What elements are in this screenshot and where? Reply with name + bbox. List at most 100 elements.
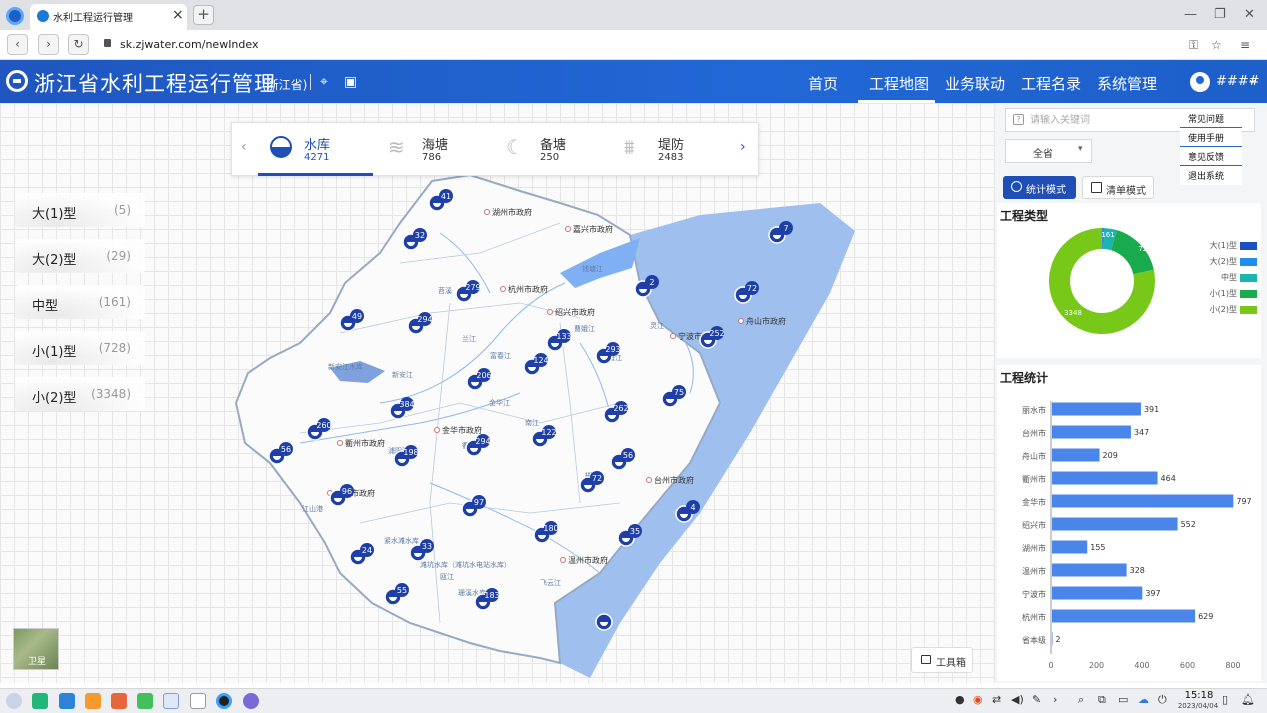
cloud-icon[interactable]: ☁: [1138, 693, 1149, 706]
app-title: 浙江省水利工程运行管理: [34, 72, 276, 96]
taskbar-browser-icon[interactable]: [216, 693, 232, 709]
screen-icon[interactable]: ▣: [344, 74, 357, 90]
power-icon[interactable]: ⏻: [1158, 693, 1167, 707]
legend-item[interactable]: 大(2)型: [1195, 255, 1259, 271]
restore-icon[interactable]: ❐: [1214, 7, 1226, 22]
bar[interactable]: [1052, 471, 1158, 485]
volume-icon[interactable]: ◀): [1011, 693, 1024, 706]
tray-security-icon[interactable]: ◉: [973, 693, 983, 706]
bookmark-star-icon[interactable]: ☆: [1211, 38, 1222, 52]
clock-date: 2023/04/04: [1177, 702, 1219, 710]
level-item[interactable]: 大(2)型 (29): [15, 239, 145, 273]
bar[interactable]: [1052, 517, 1178, 531]
tab-backup-seawall[interactable]: ☾ 备塘 250: [494, 123, 609, 176]
bar-category-label: 金华市: [1022, 497, 1046, 507]
window-close-icon[interactable]: ✕: [1244, 7, 1255, 22]
search-icon[interactable]: ⌕: [1078, 693, 1084, 707]
bar[interactable]: [1052, 402, 1141, 416]
bar-value-label: 347: [1134, 428, 1149, 437]
taskbar-media-icon[interactable]: [111, 693, 127, 709]
project-stats-card: 工程统计 丽水市 391 台州市 347 舟山市 209 衢州市 464 金华市 797 绍兴市 55…: [997, 365, 1261, 681]
level-item[interactable]: 小(2)型 (3348): [15, 377, 145, 411]
toolbox-button[interactable]: 工具箱: [911, 647, 973, 673]
nav-home[interactable]: 首页: [808, 73, 838, 94]
marker-count: 384: [399, 400, 414, 409]
taskbar-files-icon[interactable]: [85, 693, 101, 709]
user-avatar-icon[interactable]: [1190, 72, 1210, 92]
bar[interactable]: [1052, 609, 1196, 623]
tab-dike[interactable]: ⩩ 堤防 2483: [612, 123, 727, 176]
tray-expand-icon[interactable]: ›: [1053, 693, 1057, 706]
map-area[interactable]: 湖州市政府 嘉兴市政府 杭州市政府 绍兴市政府 舟山市政府 宁波市政府 金华市政府 衢州市政府…: [0, 103, 995, 683]
menu-faq[interactable]: 常见问题: [1180, 109, 1242, 128]
bar[interactable]: [1052, 586, 1143, 600]
tabs-next-icon[interactable]: ›: [740, 139, 746, 155]
url-field[interactable]: sk.zjwater.com/newIndex: [96, 34, 1176, 56]
taskbar-store-icon[interactable]: [59, 693, 75, 709]
pen-icon[interactable]: ✎: [1032, 693, 1041, 706]
new-tab-button[interactable]: +: [193, 5, 214, 25]
bar[interactable]: [1052, 494, 1234, 508]
back-button[interactable]: ‹: [7, 34, 28, 55]
nav-system-management[interactable]: 系统管理: [1097, 73, 1157, 94]
location-pin-icon[interactable]: ⌖: [320, 74, 328, 90]
keyboard-icon[interactable]: ▭: [1118, 693, 1128, 706]
tabs-prev-icon[interactable]: ‹: [241, 139, 247, 155]
city-label: 金华市政府: [442, 425, 482, 435]
bar-value-label: 464: [1161, 474, 1176, 483]
nav-project-directory[interactable]: 工程名录: [1021, 73, 1081, 94]
screenshot-icon[interactable]: ⧉: [1098, 693, 1106, 707]
tab-reservoir[interactable]: 水库 4271: [258, 123, 373, 176]
taskbar-app-icon[interactable]: [32, 693, 48, 709]
tray-app-icon[interactable]: ●: [955, 693, 965, 706]
start-menu-icon[interactable]: [6, 693, 22, 709]
tab-title: 水利工程运行管理: [53, 13, 133, 24]
menu-user-manual[interactable]: 使用手册: [1180, 128, 1242, 147]
legend-item[interactable]: 小(2)型: [1195, 303, 1259, 319]
level-item[interactable]: 中型 (161): [15, 285, 145, 319]
chevron-down-icon[interactable]: ⌄: [1247, 72, 1258, 87]
tray-info-icon[interactable]: ▯: [1222, 693, 1228, 706]
bar[interactable]: [1052, 563, 1127, 577]
search-input[interactable]: [1030, 112, 1180, 128]
key-icon[interactable]: ⚿: [1189, 38, 1198, 53]
marker-count: 252: [709, 329, 724, 338]
bar-category-label: 台州市: [1022, 428, 1046, 438]
legend-item[interactable]: 大(1)型: [1195, 239, 1259, 255]
bar[interactable]: [1052, 632, 1053, 646]
bar[interactable]: [1052, 425, 1131, 439]
water-label: 曹娥江: [574, 324, 595, 333]
bar[interactable]: [1052, 448, 1100, 462]
browser-menu-icon[interactable]: ≡: [1240, 38, 1250, 52]
province-map[interactable]: 湖州市政府嘉兴市政府杭州市政府绍兴市政府舟山市政府宁波市政府金华市政府衢州市政府…: [0, 103, 995, 683]
bar-value-label: 552: [1181, 520, 1196, 529]
legend-item[interactable]: 小(1)型: [1195, 287, 1259, 303]
tab-close-icon[interactable]: ×: [172, 7, 184, 23]
level-item[interactable]: 小(1)型 (728): [15, 331, 145, 365]
menu-logout[interactable]: 退出系统: [1180, 166, 1242, 185]
list-mode-button[interactable]: 清单模式: [1082, 176, 1154, 199]
reservoir-marker[interactable]: [595, 613, 613, 631]
taskbar-settings-icon[interactable]: [243, 693, 259, 709]
region-select[interactable]: 全省 ▾: [1005, 139, 1092, 163]
nav-project-map[interactable]: 工程地图: [869, 73, 929, 94]
bar-chart: 丽水市 391 台州市 347 舟山市 209 衢州市 464 金华市 797 绍兴市 552 湖州市 1…: [1022, 401, 1252, 670]
taskbar-doc-icon[interactable]: [163, 693, 179, 709]
forward-button[interactable]: ›: [38, 34, 59, 55]
tab-seawall[interactable]: ≋ 海塘 786: [376, 123, 491, 176]
marker-count: 7: [783, 224, 788, 233]
bar[interactable]: [1052, 540, 1088, 554]
nav-business-linkage[interactable]: 业务联动: [945, 73, 1005, 94]
level-item[interactable]: 大(1)型 (5): [15, 193, 145, 227]
minimize-icon[interactable]: —: [1184, 7, 1197, 22]
network-icon[interactable]: ⇄: [992, 693, 1001, 706]
taskbar-calendar-icon[interactable]: [190, 693, 206, 709]
stats-mode-button[interactable]: 统计模式: [1003, 176, 1076, 199]
browser-tab[interactable]: 水利工程运行管理 ×: [30, 4, 187, 30]
reload-button[interactable]: ↻: [68, 34, 89, 55]
satellite-layer-button[interactable]: 卫星: [13, 628, 59, 670]
taskbar-music-icon[interactable]: [137, 693, 153, 709]
notification-bell-icon[interactable]: 🔔︎: [1241, 693, 1255, 706]
legend-item[interactable]: 中型: [1195, 271, 1259, 287]
menu-feedback[interactable]: 意见反馈: [1180, 147, 1242, 166]
